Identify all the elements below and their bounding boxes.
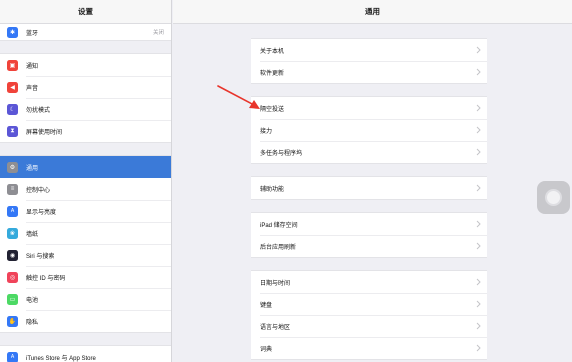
privacy-hand-icon: ✋ xyxy=(7,315,18,327)
sidebar-item-label: 墙纸 xyxy=(26,231,39,238)
sidebar-item-do-not-disturb[interactable]: ☾ 勿扰模式 xyxy=(0,98,171,120)
section-gap xyxy=(0,40,171,54)
sidebar-item-label: 通用 xyxy=(26,165,39,172)
section-gap xyxy=(0,332,171,346)
app-store-icon: A xyxy=(7,351,18,362)
settings-group-about: 关于本机 软件更新 xyxy=(251,38,487,84)
row-software-update[interactable]: 软件更新 xyxy=(251,61,487,83)
row-multitasking[interactable]: 多任务与程序坞 xyxy=(251,141,487,163)
row-label: 日期与时间 xyxy=(260,280,291,287)
sidebar-item-privacy[interactable]: ✋ 隐私 xyxy=(0,310,171,332)
chevron-right-icon xyxy=(476,344,481,352)
row-date-time[interactable]: 日期与时间 xyxy=(251,271,487,293)
row-keyboard[interactable]: 键盘 xyxy=(251,293,487,315)
row-ipad-storage[interactable]: iPad 储存空间 xyxy=(251,213,487,235)
sidebar-item-label: 声音 xyxy=(26,85,39,92)
battery-icon: ▭ xyxy=(7,293,18,305)
sidebar-item-label: 显示与亮度 xyxy=(26,209,57,216)
settings-group-airdrop: 隔空投送 接力 多任务与程序坞 xyxy=(251,96,487,164)
sidebar-item-siri[interactable]: ◉ Siri 与搜索 xyxy=(0,244,171,266)
sidebar-item-label: iTunes Store 与 App Store xyxy=(26,355,96,362)
hourglass-icon: ⧗ xyxy=(7,125,18,137)
row-label: 关于本机 xyxy=(260,48,285,55)
sidebar-item-wallpaper[interactable]: ❀ 墙纸 xyxy=(0,222,171,244)
sidebar-group-store: A iTunes Store 与 App Store xyxy=(0,346,171,362)
row-label: 键盘 xyxy=(260,302,273,309)
siri-icon: ◉ xyxy=(7,249,18,261)
row-label: 接力 xyxy=(260,128,273,135)
assistive-touch-icon xyxy=(545,189,562,206)
sidebar-title: 设置 xyxy=(0,0,171,24)
row-handoff[interactable]: 接力 xyxy=(251,119,487,141)
page-title: 通用 xyxy=(173,0,572,24)
sidebar-item-label: Siri 与搜索 xyxy=(26,253,55,260)
sidebar-group-general: ⚙ 通用 ≡ 控制中心 A 显示与亮度 ❀ 墙纸 ◉ Siri 与搜索 ◎ 触控… xyxy=(0,156,171,332)
control-center-icon: ≡ xyxy=(7,183,18,195)
row-label: 后台应用刷新 xyxy=(260,244,297,251)
chevron-right-icon xyxy=(476,300,481,308)
section-gap xyxy=(0,142,171,156)
sidebar-item-app-store[interactable]: A iTunes Store 与 App Store xyxy=(0,346,171,362)
row-about[interactable]: 关于本机 xyxy=(251,39,487,61)
sidebar-group-connectivity: ✱ 蓝牙 关闭 xyxy=(0,24,171,40)
sidebar-item-bluetooth[interactable]: ✱ 蓝牙 关闭 xyxy=(0,24,171,40)
row-accessibility[interactable]: 辅助功能 xyxy=(251,177,487,199)
sidebar-item-label: 屏幕使用时间 xyxy=(26,129,63,136)
sidebar-item-control-center[interactable]: ≡ 控制中心 xyxy=(0,178,171,200)
sidebar-item-battery[interactable]: ▭ 电池 xyxy=(0,288,171,310)
fingerprint-icon: ◎ xyxy=(7,271,18,283)
settings-group-date-keyboard: 日期与时间 键盘 语言与地区 词典 xyxy=(251,270,487,360)
chevron-right-icon xyxy=(476,68,481,76)
chevron-right-icon xyxy=(476,148,481,156)
chevron-right-icon xyxy=(476,46,481,54)
chevron-right-icon xyxy=(476,126,481,134)
settings-group-accessibility: 辅助功能 xyxy=(251,176,487,200)
chevron-right-icon xyxy=(476,184,481,192)
sidebar-item-screen-time[interactable]: ⧗ 屏幕使用时间 xyxy=(0,120,171,142)
row-label: 辅助功能 xyxy=(260,186,285,193)
row-language-region[interactable]: 语言与地区 xyxy=(251,315,487,337)
sidebar-item-label: 触控 ID 与密码 xyxy=(26,275,66,282)
assistive-touch-button[interactable] xyxy=(537,181,570,214)
chevron-right-icon xyxy=(476,322,481,330)
gear-icon: ⚙ xyxy=(7,161,18,173)
row-label: 词典 xyxy=(260,346,273,353)
sidebar-item-label: 隐私 xyxy=(26,319,39,326)
row-dictionary[interactable]: 词典 xyxy=(251,337,487,359)
bluetooth-status: 关闭 xyxy=(152,30,164,36)
sidebar-item-general[interactable]: ⚙ 通用 xyxy=(0,156,171,178)
row-label: 软件更新 xyxy=(260,70,285,77)
row-label: iPad 储存空间 xyxy=(260,222,298,229)
annotation-arrow-icon xyxy=(217,85,260,109)
row-label: 语言与地区 xyxy=(260,324,291,331)
sidebar-item-label: 控制中心 xyxy=(26,187,51,194)
sidebar-item-label: 勿扰模式 xyxy=(26,107,51,114)
main-panel: 通用 关于本机 软件更新 隔空投送 接力 多任务与程序坞 辅助功能 iPad 储… xyxy=(173,0,572,362)
sidebar-item-display[interactable]: A 显示与亮度 xyxy=(0,200,171,222)
sound-icon: ◀ xyxy=(7,81,18,93)
display-icon: A xyxy=(7,205,18,217)
chevron-right-icon xyxy=(476,242,481,250)
row-airdrop[interactable]: 隔空投送 xyxy=(251,97,487,119)
chevron-right-icon xyxy=(476,278,481,286)
chevron-right-icon xyxy=(476,104,481,112)
row-label: 多任务与程序坞 xyxy=(260,150,303,157)
sidebar-item-label: 通知 xyxy=(26,63,39,70)
sidebar-item-label: 蓝牙 xyxy=(26,30,39,37)
notifications-icon: ▣ xyxy=(7,59,18,71)
bluetooth-icon: ✱ xyxy=(7,26,18,38)
moon-icon: ☾ xyxy=(7,103,18,115)
sidebar: 设置 ✱ 蓝牙 关闭 ▣ 通知 ◀ 声音 ☾ 勿扰模式 ⧗ 屏幕使用时间 ⚙ 通… xyxy=(0,0,172,362)
settings-group-storage: iPad 储存空间 后台应用刷新 xyxy=(251,212,487,258)
wallpaper-icon: ❀ xyxy=(7,227,18,239)
chevron-right-icon xyxy=(476,220,481,228)
sidebar-item-notifications[interactable]: ▣ 通知 xyxy=(0,54,171,76)
sidebar-item-touch-id[interactable]: ◎ 触控 ID 与密码 xyxy=(0,266,171,288)
row-background-refresh[interactable]: 后台应用刷新 xyxy=(251,235,487,257)
sidebar-item-label: 电池 xyxy=(26,297,39,304)
sidebar-item-sound[interactable]: ◀ 声音 xyxy=(0,76,171,98)
sidebar-group-notifications: ▣ 通知 ◀ 声音 ☾ 勿扰模式 ⧗ 屏幕使用时间 xyxy=(0,54,171,142)
